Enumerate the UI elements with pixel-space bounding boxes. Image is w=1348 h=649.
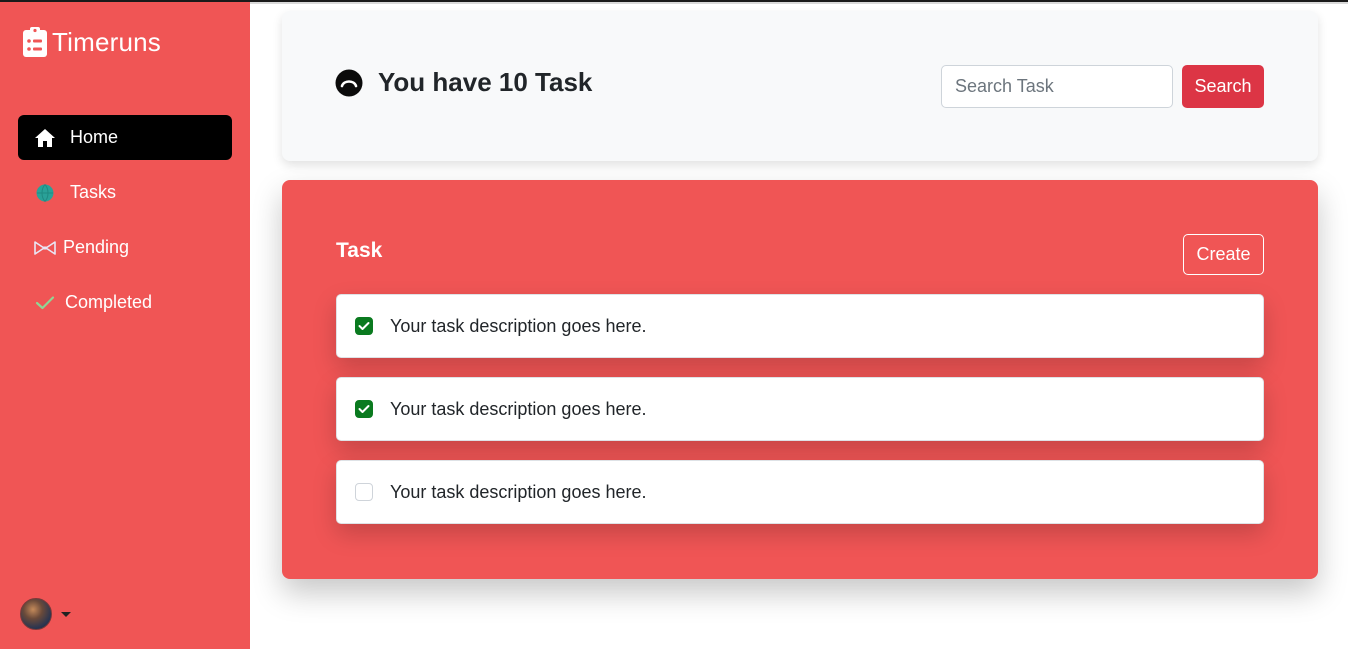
sidebar-item-label: Completed: [65, 292, 153, 312]
sidebar-nav: Home Tasks Pending Completed: [18, 115, 232, 335]
caret-down-icon[interactable]: [61, 611, 71, 617]
bowtie-icon: [33, 238, 57, 258]
search-button[interactable]: Search: [1182, 65, 1264, 108]
brand[interactable]: Timeruns: [22, 25, 161, 59]
task-description: Your task description goes here.: [390, 398, 647, 419]
checkmark-icon: [358, 322, 370, 330]
sidebar-item-label: Home: [70, 127, 119, 147]
globe-icon: [33, 183, 57, 203]
checkmark-icon: [358, 405, 370, 413]
search-input[interactable]: [941, 65, 1173, 108]
sidebar-item-pending[interactable]: Pending: [18, 225, 232, 270]
sidebar-item-tasks[interactable]: Tasks: [18, 170, 232, 215]
app-name: Timeruns: [52, 26, 161, 57]
top-border: [0, 0, 1348, 2]
sidebar-item-label: Pending: [63, 237, 130, 257]
task-card: Task Create Your task description goes h…: [282, 180, 1318, 579]
avatar[interactable]: [20, 598, 52, 630]
create-button[interactable]: Create: [1183, 234, 1264, 275]
task-description: Your task description goes here.: [390, 481, 647, 502]
page-title: You have 10 Task: [335, 67, 592, 98]
task-checkbox[interactable]: [355, 483, 373, 501]
task-item[interactable]: Your task description goes here.: [336, 294, 1264, 358]
task-description: Your task description goes here.: [390, 315, 647, 336]
task-count-title: You have 10 Task: [378, 67, 593, 97]
sidebar-item-completed[interactable]: Completed: [18, 280, 232, 325]
task-list: Your task description goes here. Your ta…: [336, 294, 1264, 543]
clipboard-list-icon: [22, 26, 48, 58]
sidebar-item-label: Tasks: [70, 182, 117, 202]
task-section-title: Task: [336, 239, 383, 262]
sidebar-item-home[interactable]: Home: [18, 115, 232, 160]
loading-icon: [335, 69, 363, 97]
user-menu[interactable]: [20, 598, 71, 630]
check-icon: [33, 293, 57, 313]
task-item[interactable]: Your task description goes here.: [336, 460, 1264, 524]
sidebar: Timeruns Home Tasks Pending Completed: [0, 0, 250, 649]
header-card: You have 10 Task Search: [282, 11, 1318, 161]
task-item[interactable]: Your task description goes here.: [336, 377, 1264, 441]
home-icon: [33, 128, 57, 148]
top-border-shade: [250, 2, 1348, 4]
task-checkbox[interactable]: [355, 317, 373, 335]
task-checkbox[interactable]: [355, 400, 373, 418]
